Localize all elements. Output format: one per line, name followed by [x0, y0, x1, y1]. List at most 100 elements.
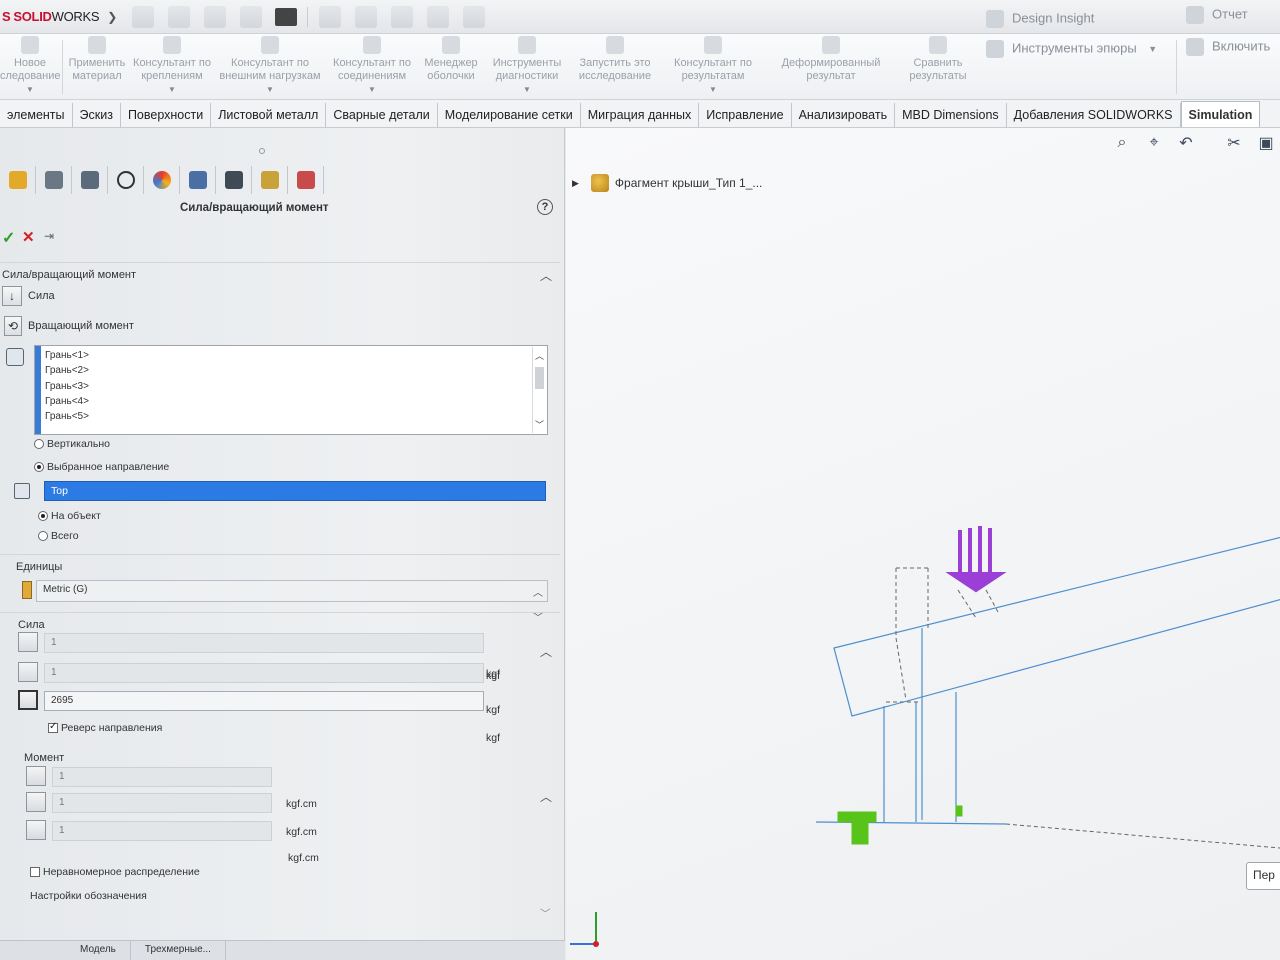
list-item[interactable]: Грань<1>	[45, 350, 89, 365]
cam-tab[interactable]	[180, 166, 216, 194]
moment-y-direction-icon[interactable]	[26, 792, 46, 812]
tab-simulation[interactable]: Simulation	[1180, 101, 1261, 127]
chevron-down-icon[interactable]: ▼	[664, 83, 762, 96]
design-insight-button[interactable]: Design Insight	[986, 10, 1094, 28]
open-document-icon[interactable]	[204, 5, 227, 28]
scroll-down-icon[interactable]: ﹀	[535, 418, 544, 431]
list-item[interactable]: Грань<3>	[45, 381, 89, 396]
assembly-tree-tab[interactable]	[0, 166, 36, 194]
force-option[interactable]: ↓ Сила	[2, 286, 55, 306]
apply-material-button[interactable]: Применить материал	[64, 36, 130, 83]
reverse-direction-checkbox[interactable]: Реверс направления	[48, 721, 162, 734]
collapse-chevron-icon[interactable]: ︿	[540, 643, 552, 660]
diagnostic-tools-button[interactable]: Инструменты диагностики ▼	[486, 36, 568, 96]
moment-x-input[interactable]: 1	[52, 767, 272, 787]
redo-icon[interactable]	[355, 5, 378, 28]
chevron-down-icon[interactable]: ▼	[486, 83, 568, 96]
graphics-area[interactable]: ▶ Фрагмент крыши_Тип 1_... ⌕ ⌖ ↶ ✂ ▣ Пер	[566, 128, 1280, 960]
radio-total[interactable]: Всего	[38, 530, 79, 542]
tab-solidworks-addins[interactable]: Добавления SOLIDWORKS	[1007, 103, 1181, 127]
new-document-icon[interactable]	[168, 5, 191, 28]
tab-8[interactable]	[252, 166, 288, 194]
tab-9[interactable]	[288, 166, 324, 194]
checkbox[interactable]	[30, 867, 40, 877]
collapse-chevron-icon[interactable]: ︿	[540, 267, 552, 284]
cancel-x-icon[interactable]: ✕	[22, 228, 35, 246]
tab-sheet-metal[interactable]: Листовой металл	[211, 103, 327, 127]
home-icon[interactable]	[132, 5, 155, 28]
plot-tools-button[interactable]: Инструменты эпюры ▼	[986, 40, 1157, 58]
help-icon[interactable]: ?	[537, 199, 553, 215]
deformed-result-button[interactable]: Деформированный результат	[766, 36, 896, 83]
radio-button[interactable]	[38, 511, 48, 521]
tab-7[interactable]	[216, 166, 252, 194]
shell-manager-button[interactable]: Менеджер оболочки	[418, 36, 484, 83]
force-x-direction-icon[interactable]	[18, 632, 38, 652]
rebuild-icon[interactable]	[427, 5, 450, 28]
force-y-input[interactable]: 1	[44, 663, 484, 683]
solidworks-logo[interactable]: S SOLID WORKS	[0, 9, 100, 24]
torque-option[interactable]: ⟲ Вращающий момент	[4, 316, 134, 336]
chevron-down-icon[interactable]: ▼	[214, 83, 326, 96]
scroll-thumb[interactable]	[535, 367, 544, 389]
include-button[interactable]: Включить	[1186, 38, 1270, 56]
tab-evaluate[interactable]: Анализировать	[792, 103, 896, 127]
chevron-down-icon[interactable]: ▼	[0, 83, 60, 96]
tab-repair[interactable]: Исправление	[699, 103, 792, 127]
property-manager-tab[interactable]	[36, 166, 72, 194]
list-item[interactable]: Грань<4>	[45, 396, 89, 411]
new-study-button[interactable]: Новое следование ▼	[0, 36, 61, 96]
fixtures-advisor-button[interactable]: Консультант по креплениям ▼	[130, 36, 214, 96]
symbol-settings-group[interactable]: Настройки обозначения	[30, 890, 147, 902]
nonuniform-distribution-checkbox[interactable]: Неравномерное распределение	[30, 866, 200, 878]
pin-icon[interactable]: ⇥	[44, 229, 54, 243]
tab-sketch[interactable]: Эскиз	[73, 103, 121, 127]
panel-resize-handle[interactable]	[259, 148, 265, 154]
tab-surfaces[interactable]: Поверхности	[121, 103, 212, 127]
menu-expand-icon[interactable]: ❯	[107, 10, 117, 24]
moment-z-direction-icon[interactable]	[26, 820, 46, 840]
tab-model[interactable]: Модель	[0, 941, 131, 960]
list-item[interactable]: Грань<2>	[45, 365, 89, 380]
options-gear-icon[interactable]	[463, 5, 486, 28]
tab-mesh-modeling[interactable]: Моделирование сетки	[438, 103, 581, 127]
configuration-manager-tab[interactable]	[72, 166, 108, 194]
force-z-input[interactable]: 2695	[44, 691, 484, 711]
moment-y-input[interactable]: 1	[52, 793, 272, 813]
moment-x-direction-icon[interactable]	[26, 766, 46, 786]
chevron-down-icon[interactable]: ▼	[1148, 44, 1157, 54]
list-item[interactable]: Грань<5>	[45, 411, 89, 426]
force-y-direction-icon[interactable]	[18, 662, 38, 682]
units-select[interactable]: Metric (G) ︿ ﹀	[36, 580, 548, 624]
chevron-down-icon[interactable]: ▼	[130, 83, 214, 96]
radio-button[interactable]	[34, 462, 44, 472]
results-advisor-button[interactable]: Консультант по результатам ▼	[664, 36, 762, 96]
chevron-down-icon[interactable]: ▼	[328, 83, 416, 96]
side-panel-button[interactable]: Пер	[1246, 862, 1280, 890]
radio-normal[interactable]: Вертикально	[34, 438, 110, 450]
compare-results-button[interactable]: Сравнить результаты	[898, 36, 978, 83]
radio-button[interactable]	[38, 531, 48, 541]
ok-checkmark-icon[interactable]: ✓	[2, 228, 15, 248]
force-x-input[interactable]: 1	[44, 633, 484, 653]
save-icon[interactable]	[240, 5, 263, 28]
chevron-up-icon[interactable]: ︿	[533, 584, 543, 599]
checkbox[interactable]	[48, 721, 58, 733]
tab-features[interactable]: элементы	[0, 103, 73, 127]
model-viewport[interactable]	[566, 128, 1280, 960]
select-icon[interactable]	[391, 5, 414, 28]
undo-icon[interactable]	[319, 5, 342, 28]
moment-z-input[interactable]: 1	[52, 821, 272, 841]
run-study-button[interactable]: Запустить это исследование	[570, 36, 660, 83]
dimxpert-tab[interactable]	[108, 166, 144, 194]
display-manager-tab[interactable]	[144, 166, 180, 194]
external-loads-advisor-button[interactable]: Консультант по внешним нагрузкам ▼	[214, 36, 326, 96]
radio-per-item[interactable]: На объект	[38, 510, 101, 522]
collapse-chevron-icon[interactable]: ︿	[540, 788, 552, 805]
tab-data-migration[interactable]: Миграция данных	[581, 103, 700, 127]
radio-selected-direction[interactable]: Выбранное направление	[34, 461, 169, 473]
force-z-direction-icon[interactable]	[18, 690, 38, 710]
radio-button[interactable]	[34, 439, 44, 449]
direction-reference-field[interactable]: Top	[44, 481, 546, 501]
list-scrollbar[interactable]: ︿ ﹀	[532, 347, 546, 433]
